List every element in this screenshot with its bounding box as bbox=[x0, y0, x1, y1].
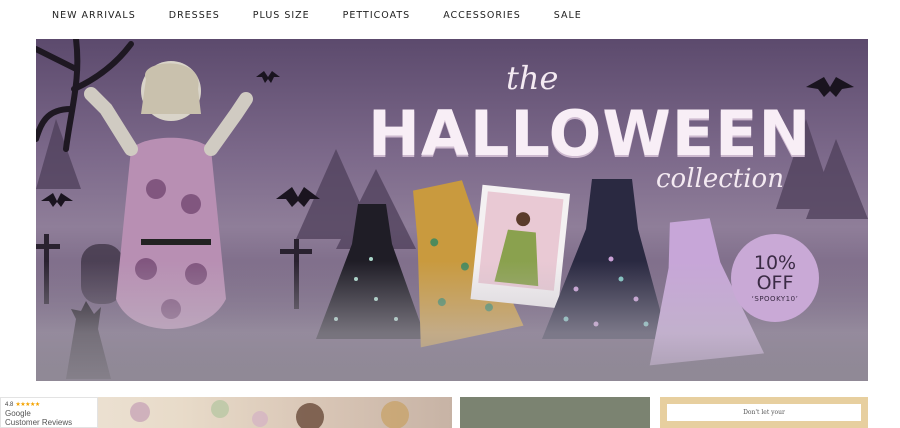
nav-dresses[interactable]: DRESSES bbox=[169, 10, 220, 21]
hero-title-halloween: HALLOWEEN bbox=[368, 97, 812, 170]
google-reviews-badge[interactable]: 4.8 ★★★★★ Google Customer Reviews bbox=[0, 397, 98, 428]
nav-petticoats[interactable]: PETTICOATS bbox=[343, 10, 411, 21]
promo-tile-green[interactable] bbox=[460, 397, 650, 428]
discount-code: ‘SPOOKY10’ bbox=[751, 294, 799, 303]
nav-new-arrivals[interactable]: NEW ARRIVALS bbox=[52, 10, 136, 21]
nav-plus-size[interactable]: PLUS SIZE bbox=[253, 10, 310, 21]
halloween-hero-banner[interactable]: the HALLOWEEN collection 10% OFF ‘SPOOKY… bbox=[36, 39, 868, 381]
star-icon: ★★★★★ bbox=[15, 402, 40, 408]
promo-tile-gold-text: Don't let your bbox=[743, 409, 785, 416]
discount-off: OFF bbox=[756, 271, 794, 294]
reviews-rating-row: 4.8 ★★★★★ bbox=[5, 401, 93, 409]
reviews-provider: Google bbox=[5, 409, 31, 418]
nav-accessories[interactable]: ACCESSORIES bbox=[443, 10, 521, 21]
discount-percent: 10% bbox=[753, 251, 797, 274]
main-navigation: NEW ARRIVALS DRESSES PLUS SIZE PETTICOAT… bbox=[0, 0, 900, 30]
nav-sale[interactable]: SALE bbox=[554, 10, 582, 21]
discount-badge: 10% OFF ‘SPOOKY10’ bbox=[731, 234, 819, 322]
reviews-label: Customer Reviews bbox=[5, 418, 73, 427]
reviews-rating: 4.8 bbox=[5, 401, 14, 408]
promo-tile-gold[interactable]: Don't let your bbox=[660, 397, 868, 428]
hero-title-collection: collection bbox=[656, 164, 784, 194]
hero-title-the: the bbox=[506, 59, 559, 97]
promo-tile-gold-card: Don't let your bbox=[667, 404, 861, 421]
